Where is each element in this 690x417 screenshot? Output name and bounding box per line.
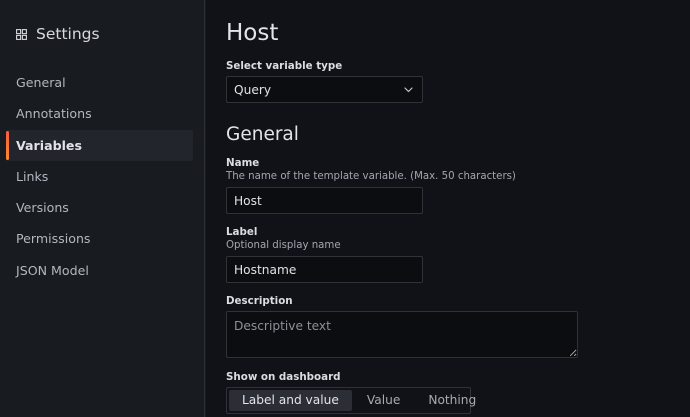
sidebar-item-links[interactable]: Links [6,161,193,192]
variable-type-select[interactable]: Query [226,76,423,103]
settings-nav: General Annotations Variables Links Vers… [6,67,193,286]
sidebar-item-json-model[interactable]: JSON Model [6,255,193,286]
label-input[interactable] [226,256,423,283]
label-field-help-text: Optional display name [226,240,341,251]
dashboard-settings-page: Settings General Annotations Variables L… [0,0,690,417]
chevron-down-icon [404,86,413,92]
description-textarea[interactable] [226,311,578,358]
description-label: Description [226,295,293,307]
label-field-label: Label [226,226,258,238]
sidebar-item-permissions[interactable]: Permissions [6,223,193,254]
settings-title-label: Settings [36,25,100,43]
sidebar-item-variables[interactable]: Variables [6,129,193,161]
show-on-dashboard-label: Show on dashboard [226,371,341,383]
name-label: Name [226,157,260,169]
grid-icon [16,28,27,40]
sidebar-item-versions[interactable]: Versions [6,192,193,223]
settings-heading: Settings [16,25,100,43]
name-input[interactable] [226,187,423,214]
variable-type-value: Query [234,82,272,97]
sidebar-item-annotations[interactable]: Annotations [6,98,193,129]
general-section-title: General [226,124,299,145]
page-title: Host [226,20,279,46]
radio-option-value[interactable]: Value [354,390,413,411]
settings-sidebar: Settings General Annotations Variables L… [0,0,205,417]
radio-option-label-and-value[interactable]: Label and value [229,390,352,411]
variable-type-label: Select variable type [226,60,343,72]
name-help-text: The name of the template variable. (Max.… [226,171,516,182]
sidebar-item-general[interactable]: General [6,67,193,98]
show-on-dashboard-radio-group: Label and value Value Nothing [226,387,476,414]
radio-option-nothing[interactable]: Nothing [415,390,489,411]
variable-editor: Host Select variable type Query General … [206,0,690,417]
